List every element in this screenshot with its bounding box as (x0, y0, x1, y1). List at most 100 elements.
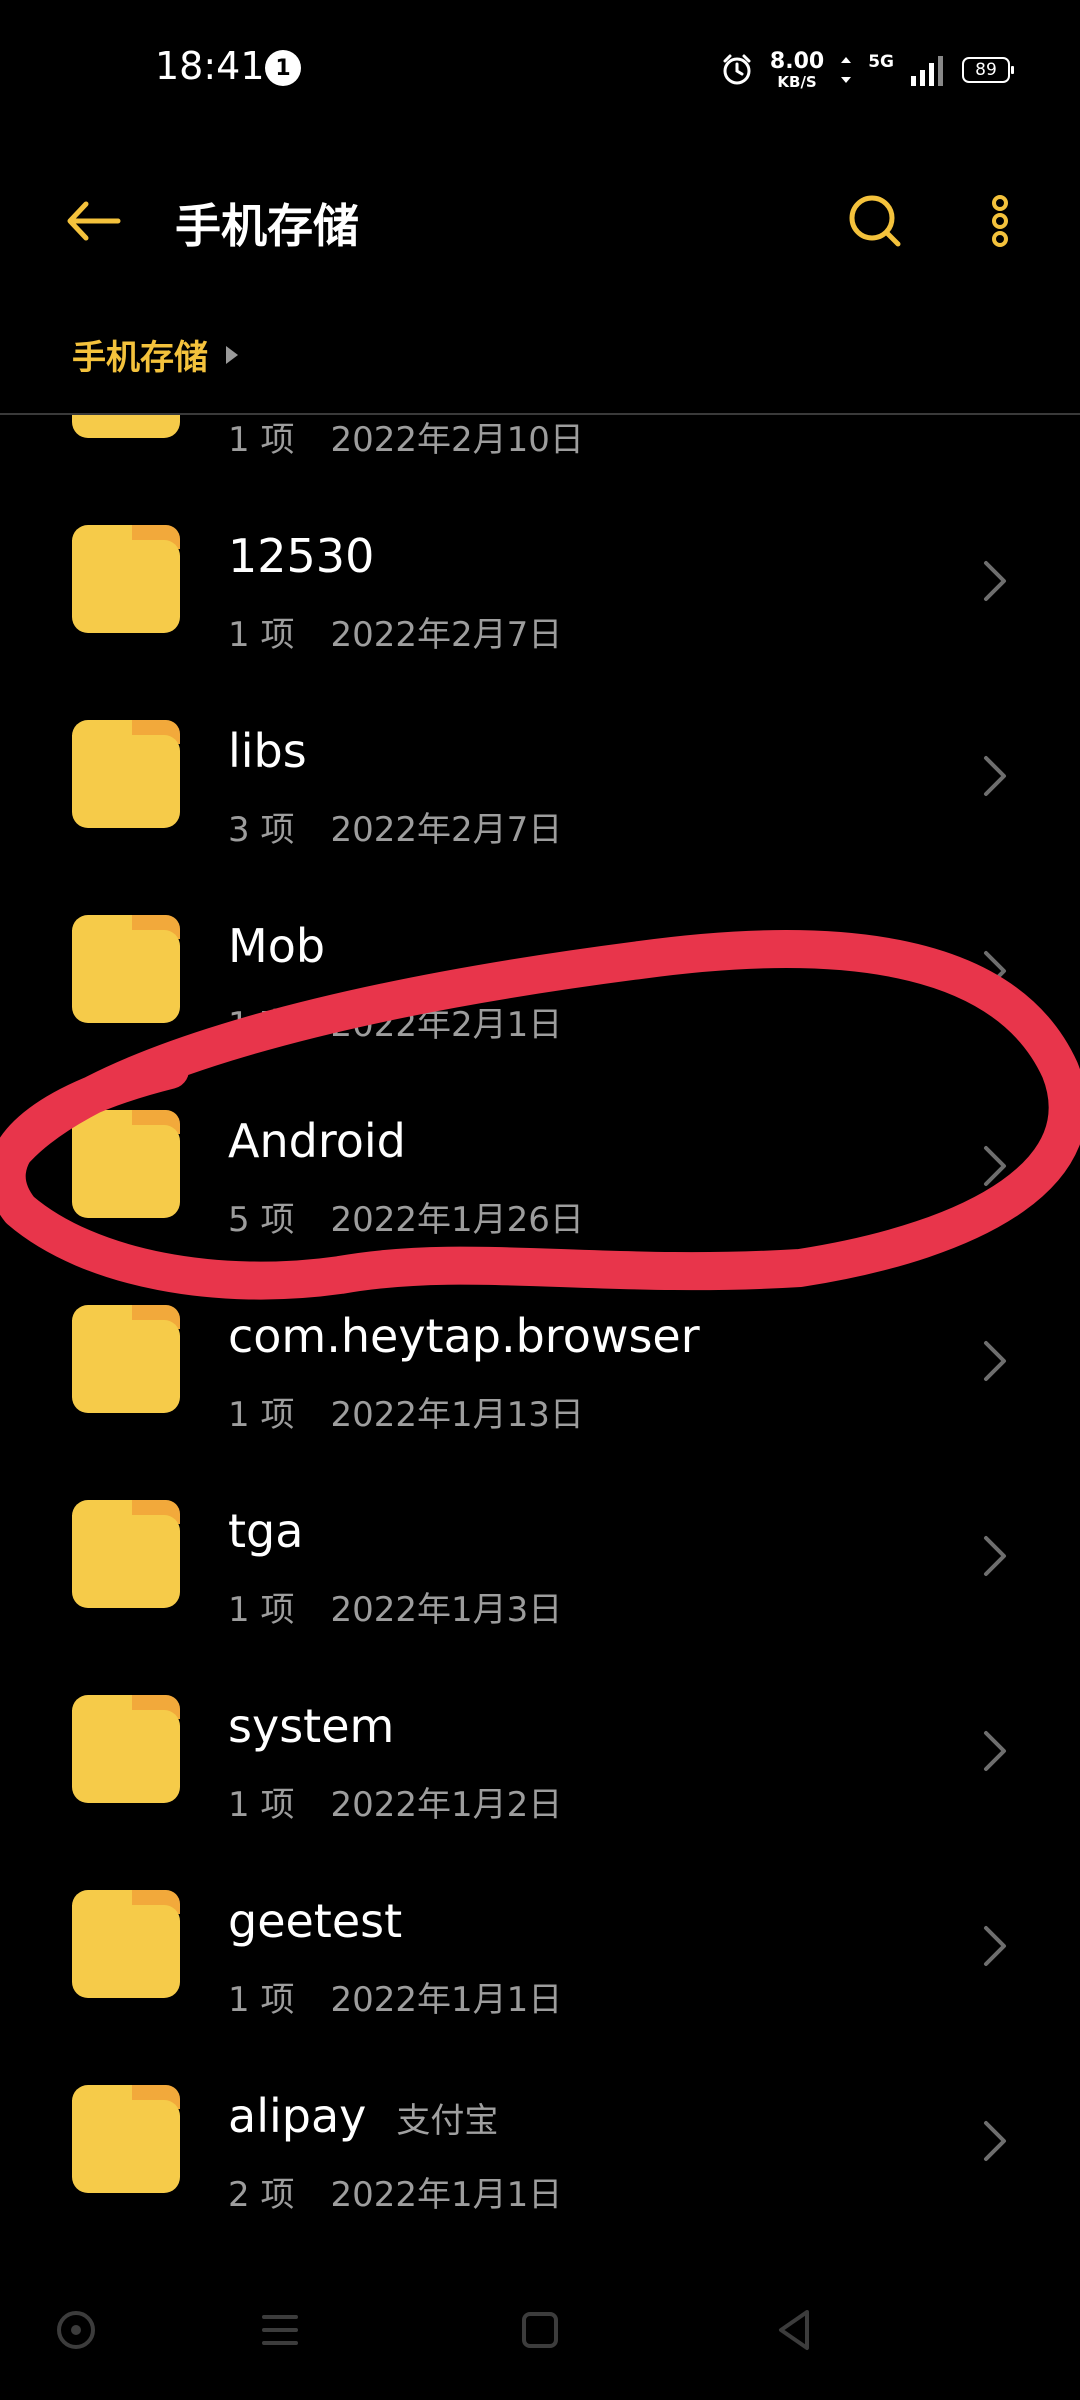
folder-meta: 1 项 2022年1月13日 (228, 1387, 584, 1436)
folder-item-count: 5 项 (228, 1200, 295, 1240)
folder-icon (72, 415, 180, 438)
folder-name-line: alipay 支付宝 (228, 2089, 498, 2143)
folder-icon (72, 1500, 180, 1608)
nav-back-button[interactable] (765, 2300, 825, 2360)
folder-name-line: tga (228, 1504, 333, 1558)
folder-date: 2022年1月26日 (330, 1200, 584, 1240)
folder-meta: 3 项 2022年2月7日 (228, 802, 562, 851)
folder-meta: 1 项 2022年1月1日 (228, 1972, 562, 2021)
folder-row[interactable]: libs 3 项 2022年2月7日 (0, 680, 1080, 875)
battery-indicator: 89 (962, 57, 1014, 83)
breadcrumb-arrow-icon (226, 345, 238, 364)
home-button[interactable] (510, 2300, 570, 2360)
menu-icon (262, 2315, 298, 2345)
folder-alias: 支付宝 (396, 2101, 499, 2141)
folder-icon (72, 1110, 180, 1218)
folder-row[interactable]: Mob 1 项 2022年2月1日 (0, 875, 1080, 1070)
folder-item-count: 1 项 (228, 1590, 295, 1630)
folder-meta: 1 项 2022年2月10日 (228, 415, 584, 461)
folder-meta: 1 项 2022年1月2日 (228, 1777, 562, 1826)
breadcrumb-item[interactable]: 手机存储 (72, 330, 208, 379)
folder-name: Android (228, 1114, 406, 1168)
chevron-right-icon (984, 561, 1006, 601)
folder-meta: 1 项 2022年1月3日 (228, 1582, 562, 1631)
folder-row[interactable]: 12530 1 项 2022年2月7日 (0, 485, 1080, 680)
folder-row[interactable]: com.heytap.browser 1 项 2022年1月13日 (0, 1265, 1080, 1460)
folder-row[interactable]: geetest 1 项 2022年1月1日 (0, 1850, 1080, 2045)
more-options-button[interactable] (960, 186, 1030, 256)
chevron-right-icon (984, 1731, 1006, 1771)
home-icon (522, 2312, 558, 2348)
file-list[interactable]: 1 项 2022年2月10日 12530 1 项 2022年2月7日 libs … (0, 415, 1080, 2225)
folder-icon (72, 1305, 180, 1413)
folder-name: com.heytap.browser (228, 1309, 700, 1363)
back-icon (779, 2310, 809, 2350)
folder-icon (72, 915, 180, 1023)
folder-date: 2022年2月7日 (330, 615, 563, 655)
folder-name-line: 12530 (228, 529, 404, 583)
breadcrumb[interactable]: 手机存储 (72, 330, 238, 379)
folder-item-count: 1 项 (228, 1005, 295, 1045)
folder-row[interactable]: Android 5 项 2022年1月26日 (0, 1070, 1080, 1265)
folder-date: 2022年1月13日 (330, 1395, 584, 1435)
folder-icon (72, 720, 180, 828)
network-type: 5G (868, 52, 894, 72)
folder-row[interactable]: system 1 项 2022年1月2日 (0, 1655, 1080, 1850)
folder-row[interactable]: 1 项 2022年2月10日 (0, 415, 1080, 485)
folder-item-count: 1 项 (228, 615, 295, 655)
folder-date: 2022年2月10日 (330, 420, 584, 460)
folder-row[interactable]: tga 1 项 2022年1月3日 (0, 1460, 1080, 1655)
assistant-button[interactable] (46, 2300, 106, 2360)
more-vertical-icon (992, 195, 1008, 247)
search-icon (849, 195, 901, 247)
folder-icon (72, 1890, 180, 1998)
chevron-right-icon (984, 2121, 1006, 2161)
status-bar: 18:41 1 8.00 KB/S 5G 89 (0, 0, 1080, 140)
back-button[interactable] (58, 186, 128, 256)
folder-date: 2022年2月1日 (330, 1005, 563, 1045)
folder-item-count: 1 项 (228, 420, 295, 460)
folder-name: tga (228, 1504, 304, 1558)
folder-date: 2022年1月1日 (330, 1980, 563, 2020)
navigation-bar (0, 2260, 1080, 2400)
folder-name-line: geetest (228, 1894, 432, 1948)
folder-row[interactable]: alipay 支付宝 2 项 2022年1月1日 (0, 2045, 1080, 2225)
status-time: 18:41 (155, 44, 265, 88)
net-speed: 8.00 KB/S (769, 48, 825, 91)
folder-item-count: 3 项 (228, 810, 295, 850)
folder-name-line: libs (228, 724, 337, 778)
chevron-right-icon (984, 1146, 1006, 1186)
notification-badge: 1 (265, 50, 301, 86)
folder-icon (72, 525, 180, 633)
folder-icon (72, 2085, 180, 2193)
chevron-right-icon (984, 756, 1006, 796)
search-button[interactable] (840, 186, 910, 256)
folder-date: 2022年1月3日 (330, 1590, 563, 1630)
folder-name: alipay (228, 2089, 367, 2143)
data-transfer-icon (841, 57, 852, 83)
folder-name-line: Mob (228, 919, 355, 973)
folder-item-count: 1 项 (228, 1785, 295, 1825)
alarm-icon (723, 54, 751, 85)
folder-date: 2022年1月1日 (330, 2175, 563, 2215)
status-icons: 8.00 KB/S 5G 89 (720, 48, 1014, 92)
chevron-right-icon (984, 1536, 1006, 1576)
chevron-right-icon (984, 1926, 1006, 1966)
folder-meta: 1 项 2022年2月1日 (228, 997, 562, 1046)
signal-icon (911, 56, 943, 86)
folder-name-line: com.heytap.browser (228, 1309, 730, 1363)
folder-name: Mob (228, 919, 326, 973)
folder-meta: 1 项 2022年2月7日 (228, 607, 562, 656)
folder-name: 12530 (228, 529, 375, 583)
folder-date: 2022年1月2日 (330, 1785, 563, 1825)
folder-item-count: 1 项 (228, 1395, 295, 1435)
chevron-right-icon (984, 1341, 1006, 1381)
toolbar: 手机存储 (0, 160, 1080, 280)
folder-item-count: 1 项 (228, 1980, 295, 2020)
folder-item-count: 2 项 (228, 2175, 295, 2215)
chevron-right-icon (984, 951, 1006, 991)
folder-name: geetest (228, 1894, 403, 1948)
folder-name: libs (228, 724, 307, 778)
menu-button[interactable] (250, 2300, 310, 2360)
folder-name-line: system (228, 1699, 424, 1753)
